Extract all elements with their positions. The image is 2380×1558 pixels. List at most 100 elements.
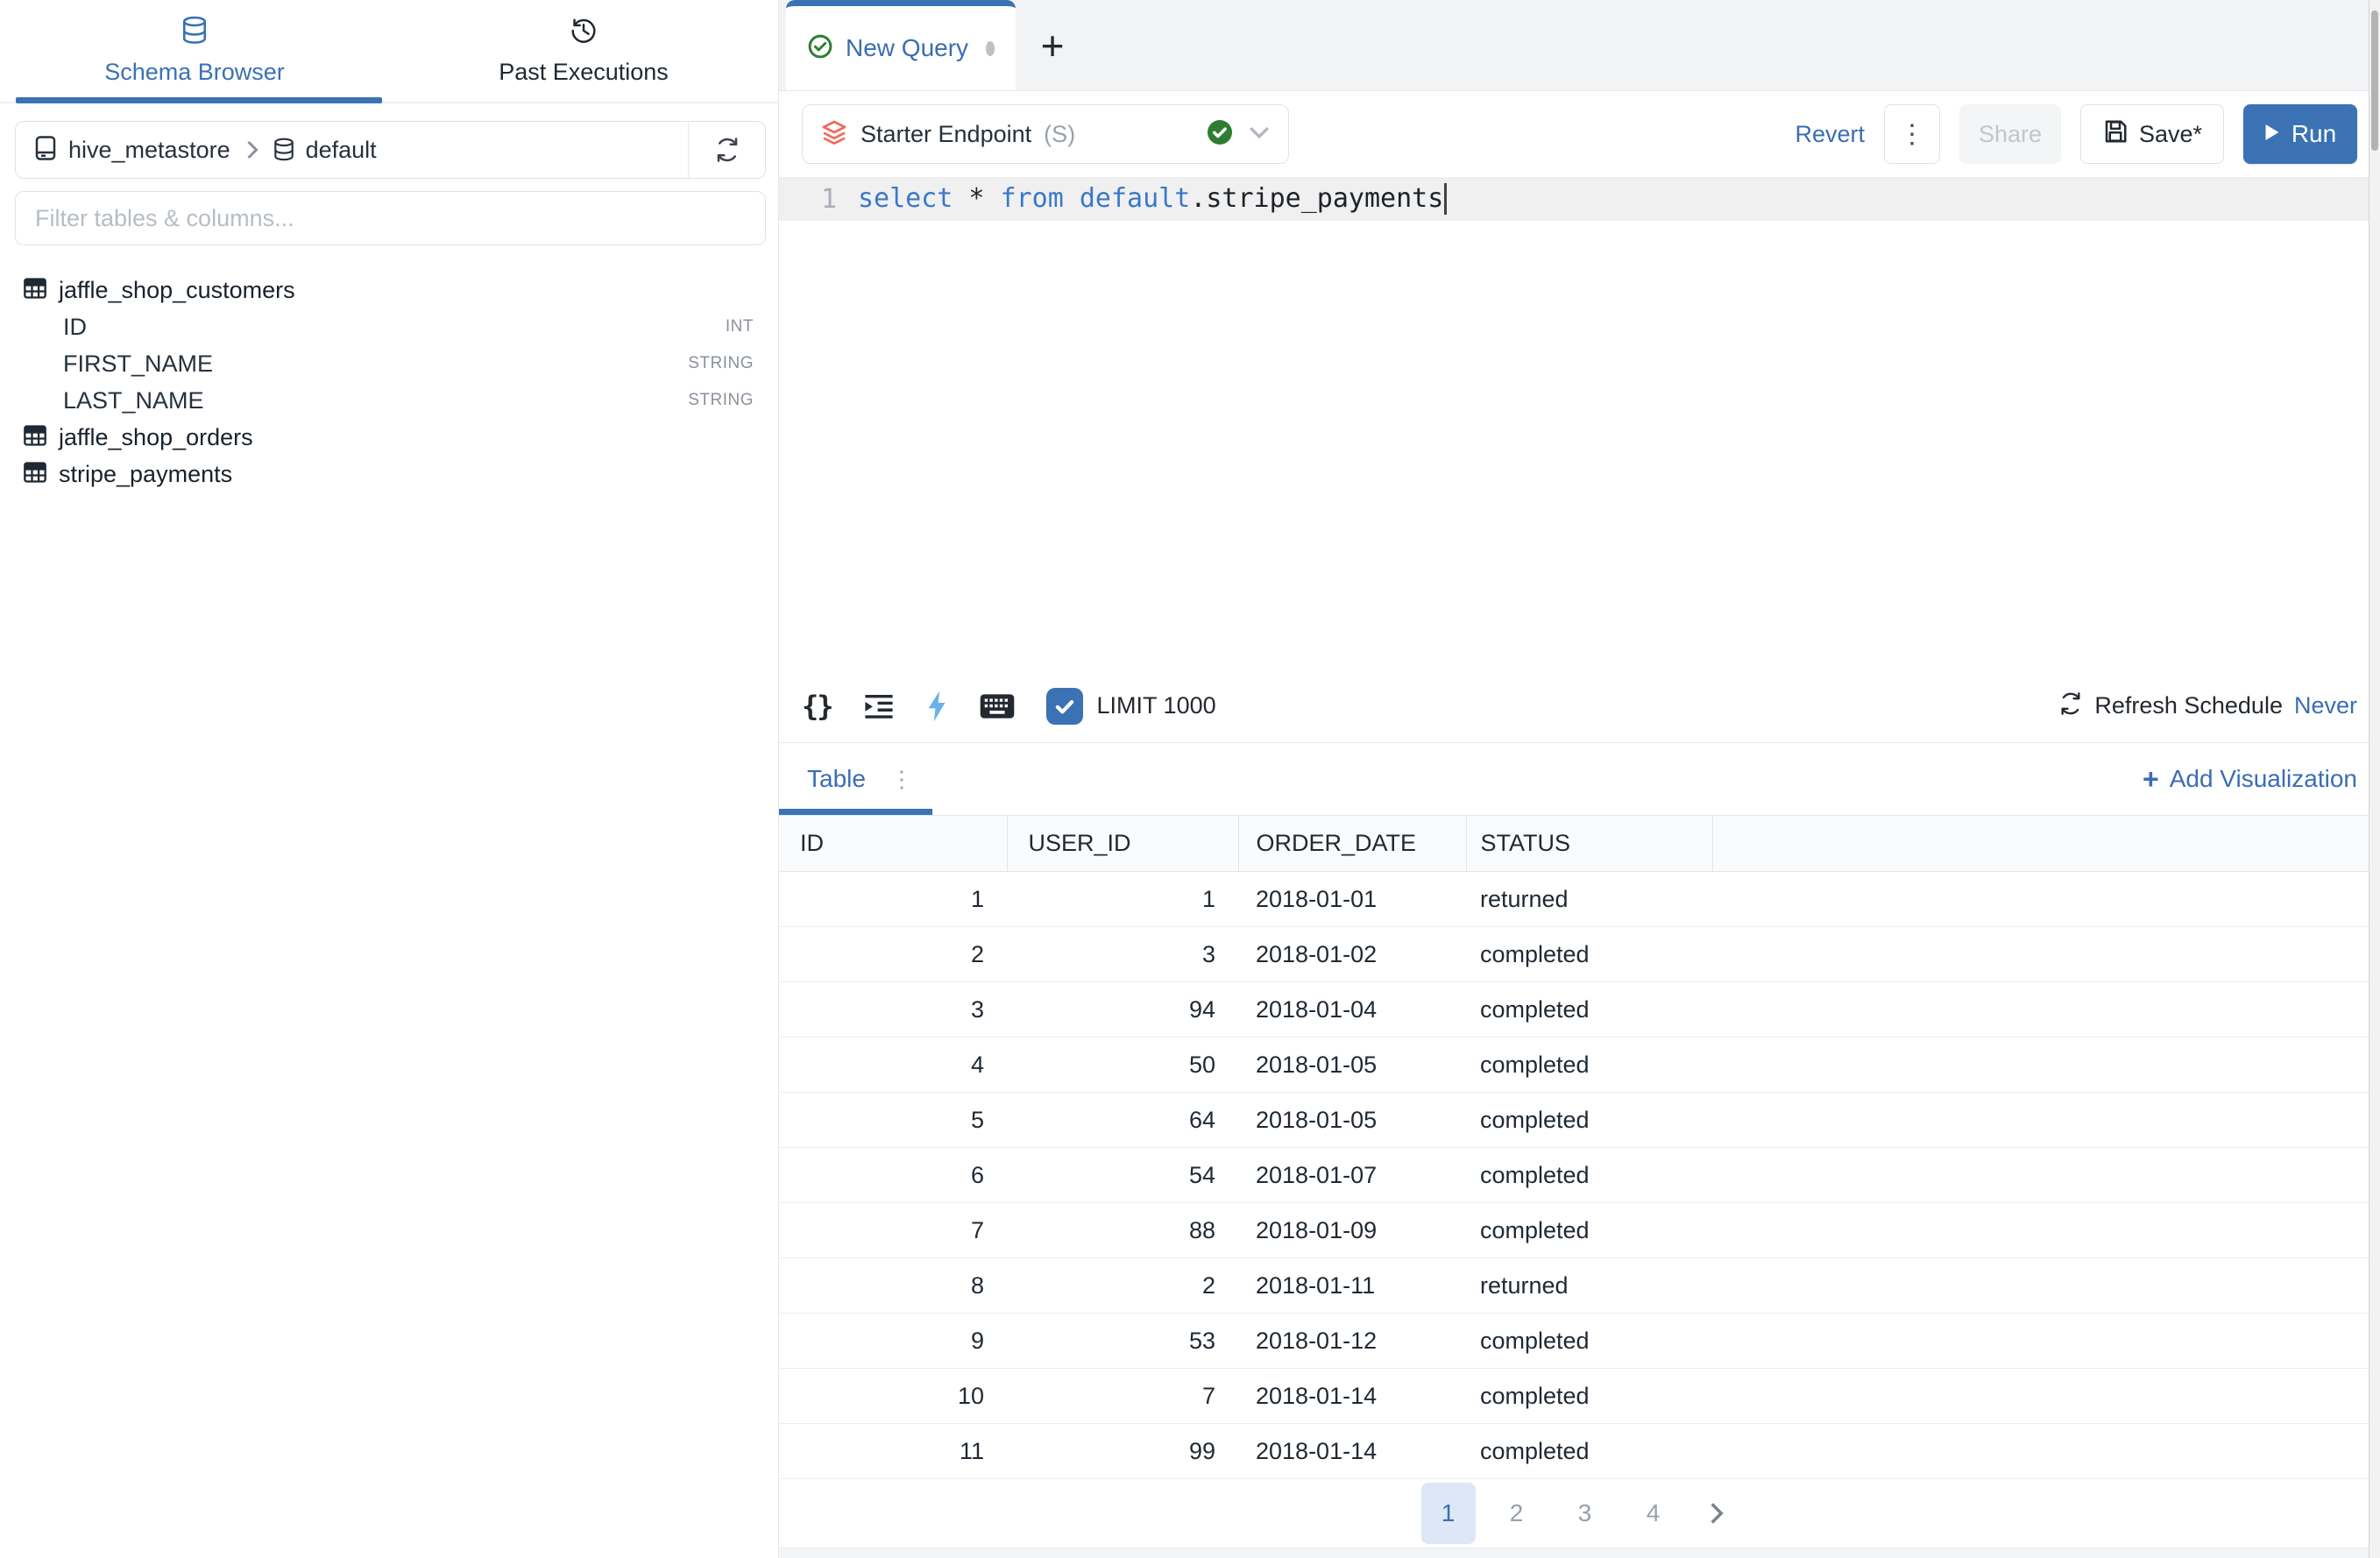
page-button-1[interactable]: 1	[1421, 1483, 1476, 1544]
pagination: 1 2 3 4	[779, 1479, 2380, 1547]
tree-column-first-name[interactable]: FIRST_NAME STRING	[0, 345, 778, 382]
tab-past-executions[interactable]: Past Executions	[389, 0, 778, 102]
column-header-filler	[1712, 816, 2380, 872]
query-tab-title: New Query	[846, 34, 968, 62]
tree-table-stripe-payments[interactable]: stripe_payments	[0, 456, 778, 492]
share-button[interactable]: Share	[1959, 104, 2061, 164]
column-header-order-date[interactable]: ORDER_DATE	[1238, 816, 1466, 872]
play-icon	[2264, 120, 2280, 148]
table-row: 10 7 2018-01-14 completed	[779, 1369, 2380, 1424]
table-row: 7 88 2018-01-09 completed	[779, 1203, 2380, 1258]
keyboard-shortcuts-icon[interactable]	[980, 693, 1015, 719]
refresh-schedule-icon	[2058, 691, 2083, 720]
tab-new-query[interactable]: New Query	[786, 0, 1016, 90]
save-button[interactable]: Save*	[2080, 104, 2224, 164]
refresh-schedule-value[interactable]: Never	[2294, 692, 2357, 719]
sql-editor[interactable]: 1 select * from default.stripe_payments	[779, 177, 2380, 669]
table-row: 6 54 2018-01-07 completed	[779, 1148, 2380, 1203]
tree-column-last-name[interactable]: LAST_NAME STRING	[0, 382, 778, 419]
endpoint-size: (S)	[1044, 121, 1075, 148]
history-clock-icon	[570, 16, 598, 50]
tab-schema-browser-label: Schema Browser	[104, 59, 285, 86]
query-toolbar: Starter Endpoint (S)	[779, 91, 2380, 177]
plus-icon: +	[2143, 763, 2159, 796]
endpoint-status-ok-icon	[1206, 118, 1234, 151]
schema-database-icon	[273, 138, 295, 162]
table-row: 1 1 2018-01-01 returned	[779, 872, 2380, 927]
text-caret	[1444, 183, 1447, 215]
query-tab-bar: New Query +	[779, 0, 2380, 91]
lightning-autocomplete-icon[interactable]	[925, 690, 948, 723]
table-row: 5 64 2018-01-05 completed	[779, 1093, 2380, 1148]
tree-column-id[interactable]: ID INT	[0, 308, 778, 345]
column-header-status[interactable]: STATUS	[1466, 816, 1712, 872]
add-query-tab-button[interactable]: +	[1016, 0, 1089, 90]
page-button-3[interactable]: 3	[1558, 1483, 1612, 1544]
sidebar-tab-bar: Schema Browser Past Executions	[0, 0, 778, 103]
table-row: 3 94 2018-01-04 completed	[779, 982, 2380, 1037]
schema-sidebar: Schema Browser Past Executions	[0, 0, 779, 1558]
results-table: ID USER_ID ORDER_DATE STATUS 1 1 2018-01…	[779, 815, 2380, 1479]
tree-table-jaffle-shop-orders[interactable]: jaffle_shop_orders	[0, 419, 778, 456]
endpoint-stack-icon	[820, 118, 848, 151]
refresh-schedule-label: Refresh Schedule	[2094, 692, 2283, 719]
refresh-schedule: Refresh Schedule Never	[2058, 691, 2357, 720]
breadcrumb-catalog[interactable]: hive_metastore	[68, 137, 230, 164]
breadcrumb[interactable]: hive_metastore default	[15, 121, 766, 179]
vertical-scrollbar[interactable]	[2369, 0, 2380, 1558]
limit-label: LIMIT 1000	[1097, 692, 1216, 719]
editor-active-line: 1 select * from default.stripe_payments	[779, 177, 2380, 221]
page-button-2[interactable]: 2	[1490, 1483, 1544, 1544]
check-circle-icon	[807, 33, 833, 64]
sql-editor-app: Schema Browser Past Executions	[0, 0, 2380, 1558]
more-options-button[interactable]: ⋮	[1884, 104, 1940, 164]
page-button-4[interactable]: 4	[1626, 1483, 1681, 1544]
refresh-schema-button[interactable]	[688, 122, 765, 178]
chevron-right-icon	[244, 139, 260, 160]
next-page-button[interactable]	[1695, 1483, 1739, 1544]
column-type-badge: STRING	[688, 391, 754, 410]
format-query-icon[interactable]: {}	[802, 690, 832, 723]
scrollbar-thumb[interactable]	[2371, 11, 2378, 151]
table-row: 4 50 2018-01-05 completed	[779, 1037, 2380, 1093]
results-tab-bar: Table ⋮ + Add Visualization	[779, 743, 2380, 815]
table-grid-icon	[23, 276, 47, 305]
chevron-down-icon	[1248, 124, 1271, 145]
revert-button[interactable]: Revert	[1795, 121, 1865, 148]
save-button-label: Save*	[2139, 121, 2202, 148]
breadcrumb-schema[interactable]: default	[306, 137, 377, 164]
floppy-disk-icon	[2102, 118, 2129, 151]
column-header-id[interactable]: ID	[779, 816, 1007, 872]
line-number: 1	[779, 184, 837, 215]
run-button-label: Run	[2291, 120, 2336, 148]
sql-code-line: select * from default.stripe_payments	[837, 183, 1447, 216]
endpoint-selector[interactable]: Starter Endpoint (S)	[802, 104, 1289, 164]
auto-indent-icon[interactable]	[864, 693, 894, 719]
add-visualization-button[interactable]: + Add Visualization	[2143, 763, 2357, 796]
limit-1000-toggle[interactable]: LIMIT 1000	[1046, 688, 1216, 725]
schema-tree: jaffle_shop_customers ID INT FIRST_NAME …	[0, 272, 778, 492]
tab-table-visualization[interactable]: Table ⋮	[779, 743, 932, 815]
results-footer-strip	[779, 1547, 2380, 1558]
results-header-row: ID USER_ID ORDER_DATE STATUS	[779, 816, 2380, 872]
database-icon	[181, 16, 209, 50]
table-tab-menu-icon[interactable]: ⋮	[890, 766, 913, 793]
filter-tables-input[interactable]	[15, 191, 766, 245]
column-header-user-id[interactable]: USER_ID	[1007, 816, 1238, 872]
tab-schema-browser[interactable]: Schema Browser	[0, 0, 389, 102]
endpoint-name: Starter Endpoint	[861, 121, 1031, 148]
query-editor-panel: New Query + Starter Endpoint (S)	[779, 0, 2380, 1558]
table-row: 2 3 2018-01-02 completed	[779, 927, 2380, 982]
table-tab-label: Table	[807, 765, 866, 793]
editor-footer-toolbar: {}	[779, 669, 2380, 743]
catalog-icon	[33, 135, 58, 166]
table-grid-icon	[23, 460, 47, 489]
table-row: 9 53 2018-01-12 completed	[779, 1314, 2380, 1369]
unsaved-dot-icon	[986, 41, 995, 56]
run-button[interactable]: Run	[2243, 104, 2357, 164]
column-type-badge: INT	[726, 317, 754, 336]
table-grid-icon	[23, 423, 47, 452]
table-row: 8 2 2018-01-11 returned	[779, 1258, 2380, 1314]
tree-table-jaffle-shop-customers[interactable]: jaffle_shop_customers	[0, 272, 778, 308]
limit-checkbox[interactable]	[1046, 688, 1083, 725]
